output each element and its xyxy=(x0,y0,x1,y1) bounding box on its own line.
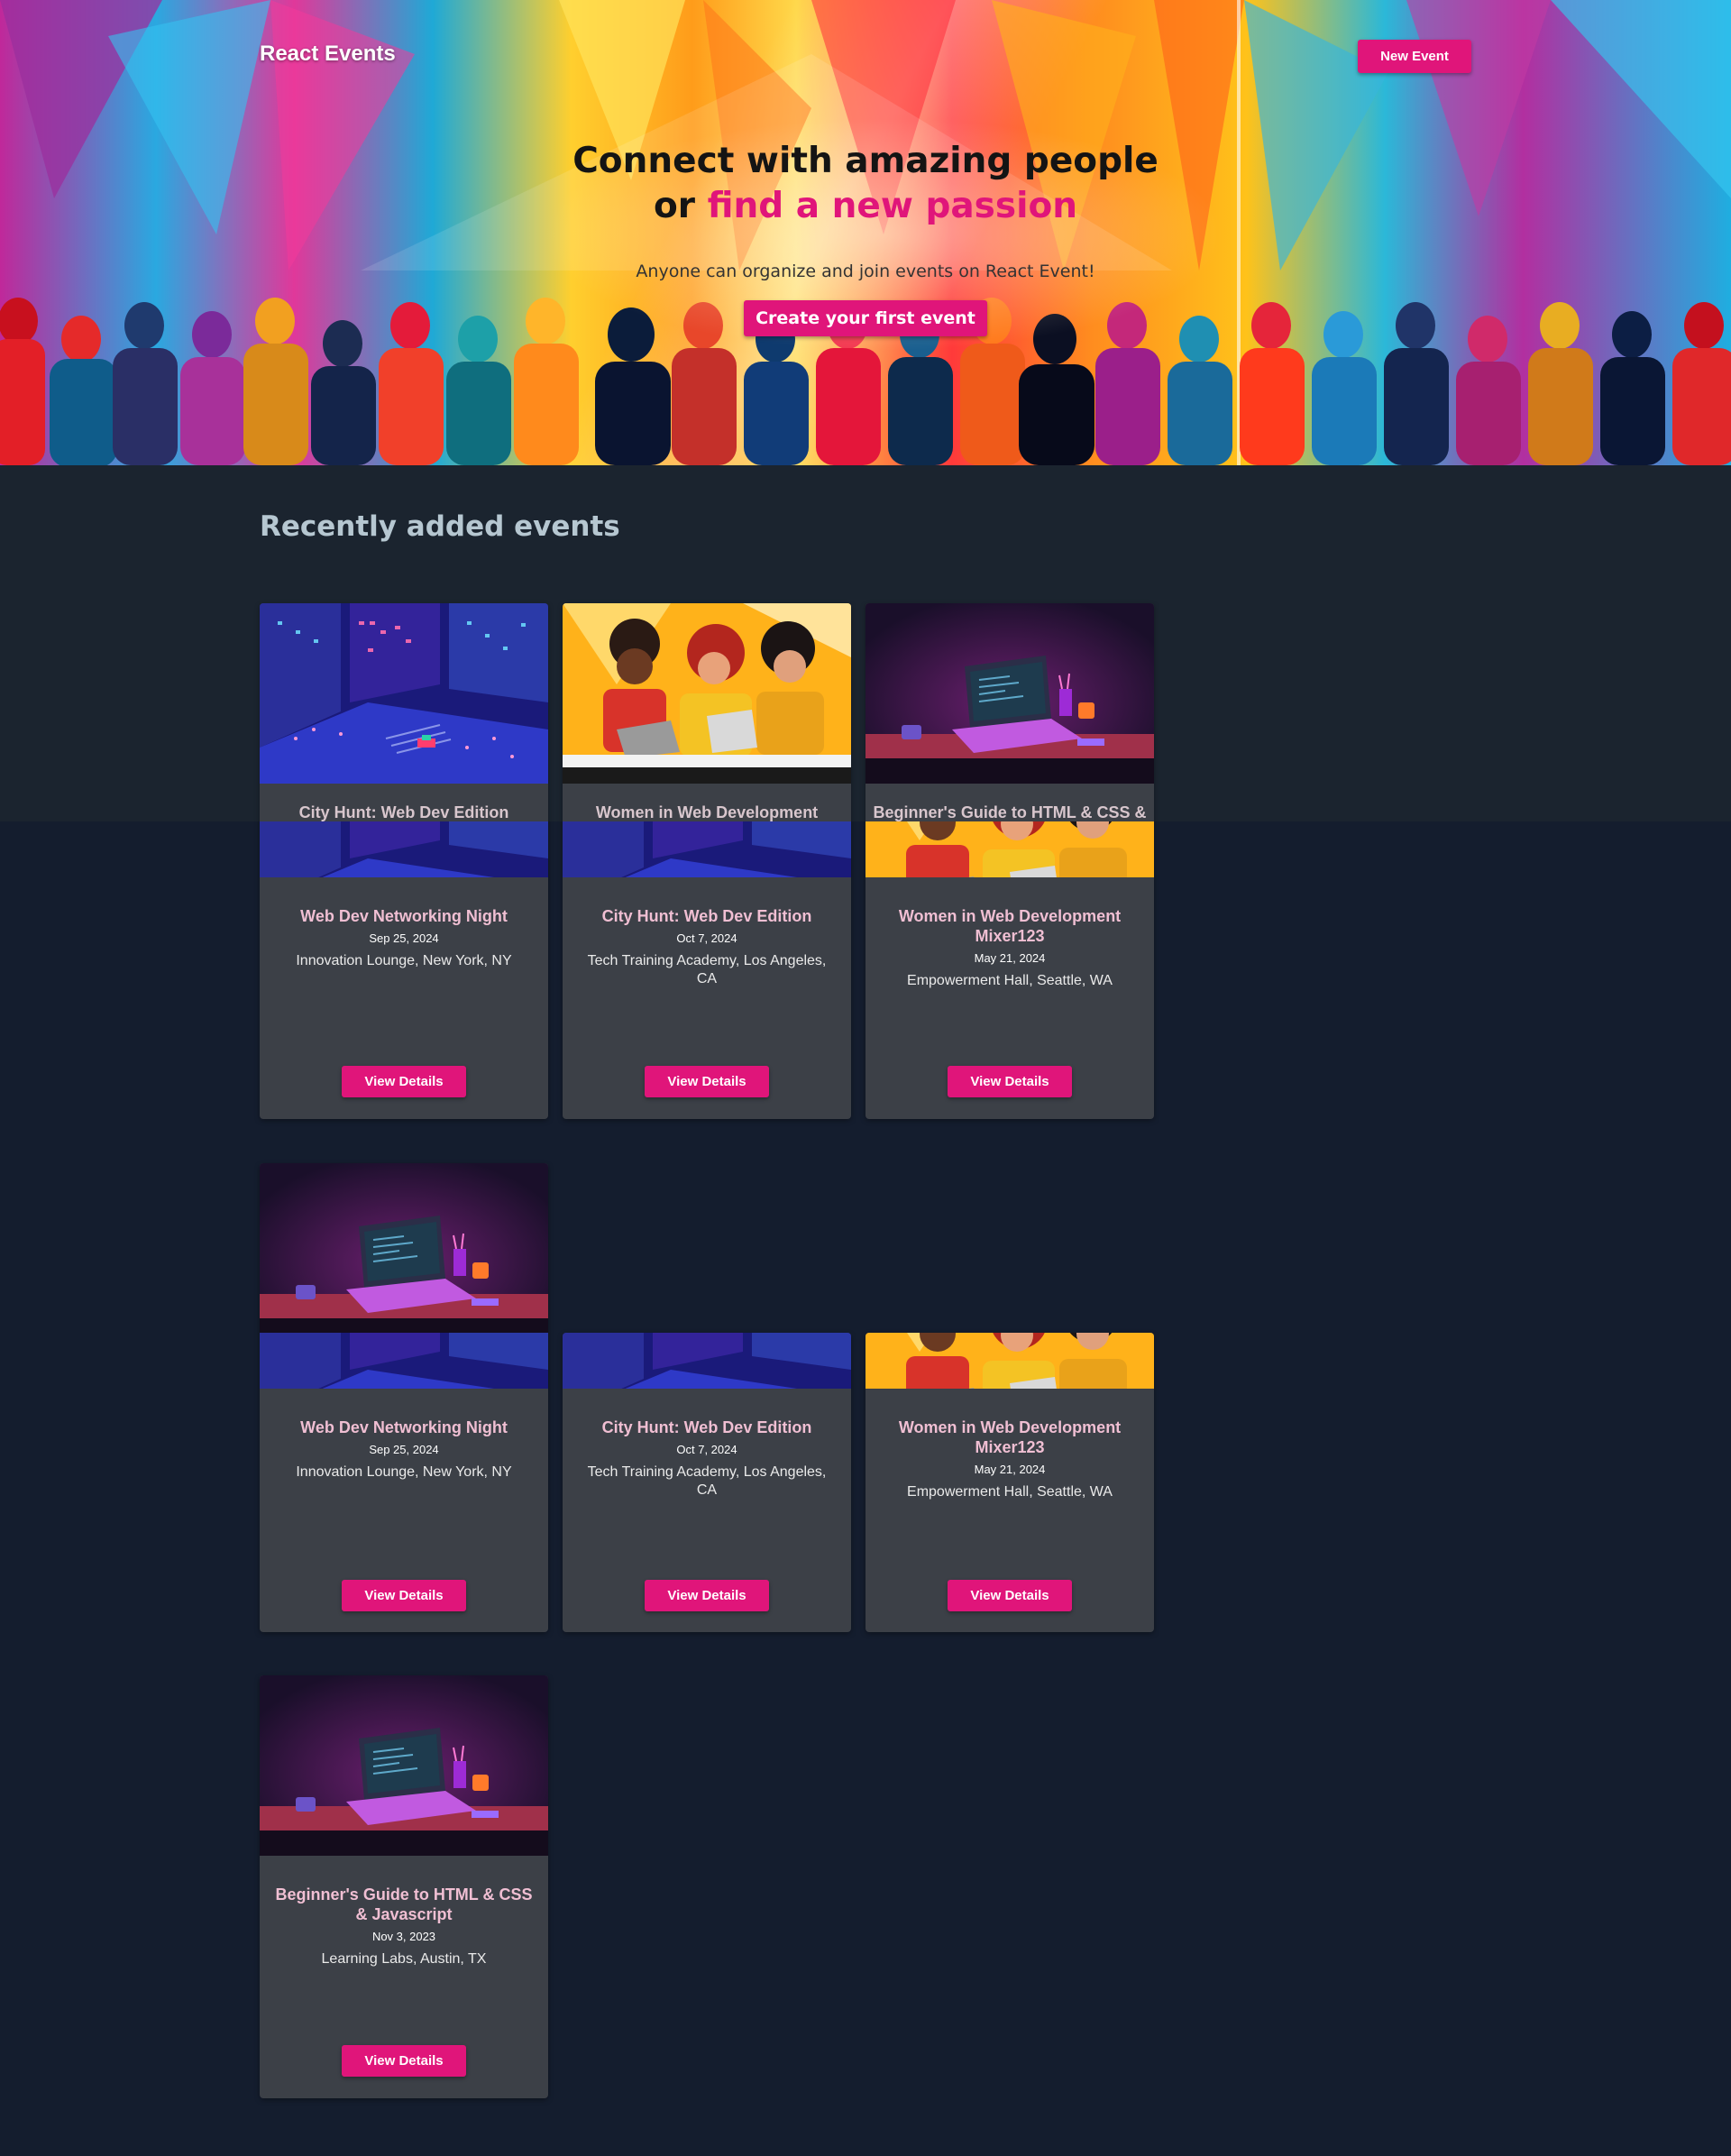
hero-title: Connect with amazing people or find a ne… xyxy=(505,139,1226,229)
hero-title-accent: find a new passion xyxy=(707,186,1078,226)
create-first-event-button[interactable]: Create your first event xyxy=(744,300,987,336)
card-overlap-strip: City Hunt: Web Dev Edition xyxy=(260,784,548,821)
view-details-button[interactable]: View Details xyxy=(645,1580,769,1611)
event-card-body: Women in Web Development Mixer123 May 21… xyxy=(866,1417,1154,1501)
hero-title-line1: Connect with amazing people xyxy=(572,141,1159,181)
event-title[interactable]: City Hunt: Web Dev Edition xyxy=(577,1417,837,1437)
ghost-title: Beginner's Guide to HTML & CSS & xyxy=(873,803,1147,821)
event-card: City Hunt: Web Dev Edition Web Dev Netwo… xyxy=(260,603,548,1119)
event-card-body: Web Dev Networking Night Sep 25, 2024 In… xyxy=(260,1417,548,1482)
event-card-image-fragment xyxy=(260,1333,548,1389)
event-title[interactable]: Beginner's Guide to HTML & CSS & Javascr… xyxy=(274,1885,534,1924)
event-card-image-fragment xyxy=(866,821,1154,877)
event-title[interactable]: City Hunt: Web Dev Edition xyxy=(577,906,837,926)
event-card-body: Web Dev Networking Night Sep 25, 2024 In… xyxy=(260,906,548,970)
section-title: Recently added events xyxy=(260,510,620,543)
event-title[interactable]: Women in Web Development Mixer123 xyxy=(880,1417,1140,1457)
event-card-body: City Hunt: Web Dev Edition Oct 7, 2024 T… xyxy=(563,906,851,988)
event-date: May 21, 2024 xyxy=(974,1463,1046,1476)
event-date: Oct 7, 2024 xyxy=(676,931,737,945)
hero-title-prefix: or xyxy=(653,186,708,226)
view-details-button[interactable]: View Details xyxy=(342,1580,466,1611)
event-location: Tech Training Academy, Los Angeles, CA xyxy=(587,1464,827,1498)
event-card-image xyxy=(260,603,548,784)
ghost-title: City Hunt: Web Dev Edition xyxy=(298,803,509,821)
event-card-image-fragment xyxy=(563,1333,851,1389)
event-location: Innovation Lounge, New York, NY xyxy=(296,1464,512,1480)
event-card: City Hunt: Web Dev Edition Oct 7, 2024 T… xyxy=(563,1333,851,1632)
view-details-button[interactable]: View Details xyxy=(948,1580,1072,1611)
event-card-image xyxy=(260,1675,548,1856)
event-location: Tech Training Academy, Los Angeles, CA xyxy=(587,953,827,986)
event-card-image-fragment xyxy=(866,1333,1154,1389)
event-location: Empowerment Hall, Seattle, WA xyxy=(907,1484,1113,1500)
event-card-body: Women in Web Development Mixer123 May 21… xyxy=(866,906,1154,990)
brand-logo[interactable]: React Events xyxy=(260,41,396,67)
event-date: Sep 25, 2024 xyxy=(369,931,439,945)
view-details-button[interactable]: View Details xyxy=(948,1066,1072,1097)
card-overlap-strip: Beginner's Guide to HTML & CSS & xyxy=(866,784,1154,821)
event-card-image-fragment xyxy=(260,821,548,877)
new-event-button[interactable]: New Event xyxy=(1358,40,1471,73)
event-title[interactable]: Women in Web Development Mixer123 xyxy=(880,906,1140,946)
event-date: Oct 7, 2024 xyxy=(676,1443,737,1456)
view-details-button[interactable]: View Details xyxy=(342,1066,466,1097)
event-location: Learning Labs, Austin, TX xyxy=(321,1951,487,1967)
event-card: Beginner's Guide to HTML & CSS & Javascr… xyxy=(260,1675,548,2098)
hero-subtitle: Anyone can organize and join events on R… xyxy=(636,261,1095,281)
hero-banner xyxy=(0,0,1731,465)
view-details-button[interactable]: View Details xyxy=(645,1066,769,1097)
event-card-image-fragment xyxy=(563,821,851,877)
event-date: Nov 3, 2023 xyxy=(371,1930,436,1943)
event-card: Beginner's Guide to HTML & CSS & Women i… xyxy=(866,603,1154,1119)
event-title[interactable]: Web Dev Networking Night xyxy=(274,906,534,926)
event-card-image xyxy=(866,603,1154,784)
event-card-body: City Hunt: Web Dev Edition Oct 7, 2024 T… xyxy=(563,1417,851,1500)
event-location: Empowerment Hall, Seattle, WA xyxy=(907,973,1113,988)
view-details-button[interactable]: View Details xyxy=(342,2045,466,2077)
card-overlap-strip: Women in Web Development xyxy=(563,784,851,821)
event-date: Sep 25, 2024 xyxy=(369,1443,439,1456)
event-location: Innovation Lounge, New York, NY xyxy=(296,953,512,968)
event-date: May 21, 2024 xyxy=(974,951,1046,965)
event-card: Women in Web Development City Hunt: Web … xyxy=(563,603,851,1119)
event-card: Web Dev Networking Night Sep 25, 2024 In… xyxy=(260,1163,548,1632)
event-title[interactable]: Web Dev Networking Night xyxy=(274,1417,534,1437)
event-card: Women in Web Development Mixer123 May 21… xyxy=(866,1333,1154,1632)
ghost-title: Women in Web Development xyxy=(595,803,819,821)
event-card-image xyxy=(260,1163,548,1344)
event-card-image xyxy=(563,603,851,784)
event-card-body: Beginner's Guide to HTML & CSS & Javascr… xyxy=(260,1885,548,1968)
